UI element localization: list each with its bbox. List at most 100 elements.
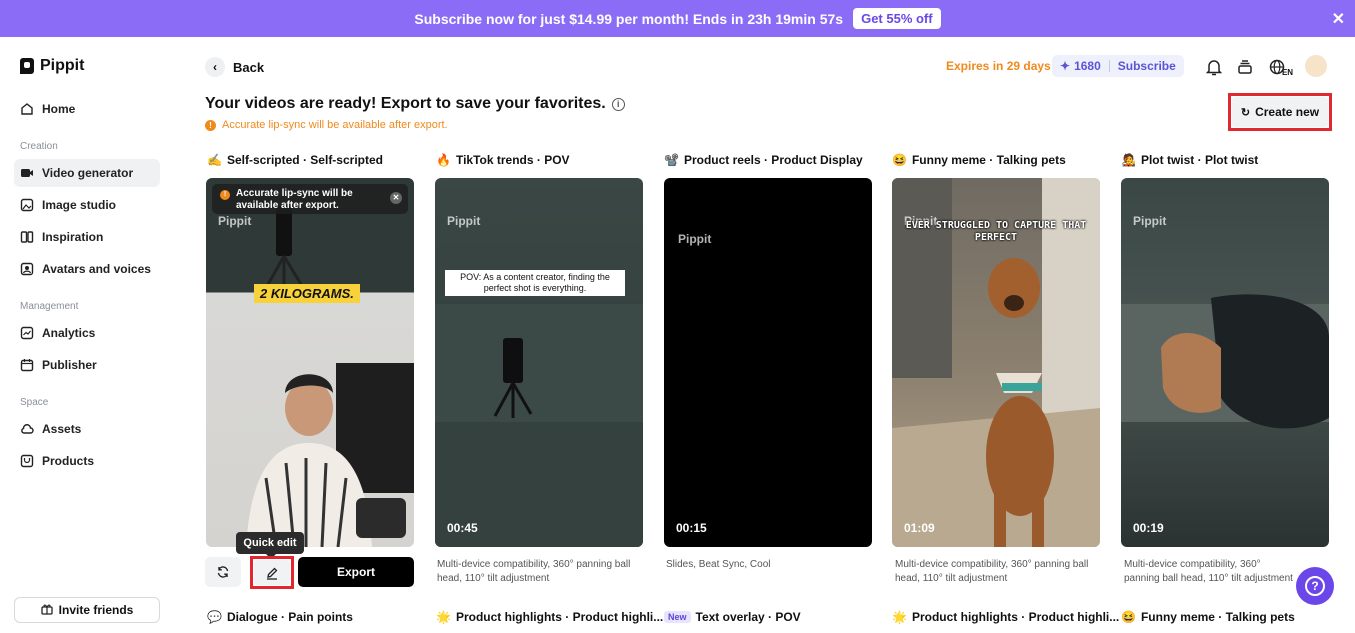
card-title: 🌟 Product highlights · Product highli... [892,610,1119,624]
person-icon: 🧑‍🎤 [1121,153,1136,167]
sparkle-icon: ✦ [1060,59,1071,73]
bell-icon[interactable] [1203,56,1225,78]
sidebar-item-label: Publisher [42,358,97,372]
laughing-face-icon: 😆 [892,153,907,167]
sidebar-item-image-studio[interactable]: Image studio [14,191,160,219]
video-card-preview[interactable]: ! Accurate lip-sync will be available af… [206,178,414,547]
card-title-text: TikTok trends · POV [455,153,570,167]
help-button[interactable]: ? [1296,567,1334,605]
card-title-text: Text overlay · POV [695,610,801,624]
card-title: New Text overlay · POV [664,610,801,624]
close-icon[interactable]: ✕ [390,192,402,204]
cloud-icon [20,422,34,436]
sidebar-item-label: Video generator [42,166,134,180]
sidebar-item-assets[interactable]: Assets [14,415,160,443]
card-title-text: Dialogue · Pain points [226,610,353,624]
image-icon [20,198,34,212]
video-thumbnail-image [246,206,414,547]
invite-friends-button[interactable]: Invite friends [14,597,160,623]
sidebar-item-label: Products [42,454,95,468]
close-icon[interactable]: ✕ [1332,9,1345,29]
card-title: 🔥 TikTok trends · POV [436,153,570,167]
warning-icon: ! [220,190,230,200]
promo-banner: Subscribe now for just $14.99 per month!… [0,0,1355,37]
language-globe-icon[interactable]: EN [1267,56,1295,78]
video-card-preview[interactable]: Pippit 00:15 [664,178,872,547]
logo[interactable]: Pippit [20,57,84,75]
video-card-preview[interactable]: Pippit 00:19 [1121,178,1329,547]
card-title: 🧑‍🎤 Plot twist · Plot twist [1121,153,1258,167]
video-thumbnail-image [1121,294,1329,429]
quick-edit-button[interactable] [250,556,294,589]
promo-cta-button[interactable]: Get 55% off [853,8,941,29]
regenerate-button[interactable] [205,557,241,587]
card-description: Slides, Beat Sync, Cool [666,559,771,570]
sidebar: Pippit Home Creation Video generator Ima… [0,37,180,633]
projector-icon: 📽️ [664,153,679,167]
sidebar-item-label: Image studio [42,198,117,212]
sidebar-item-home[interactable]: Home [14,95,160,123]
info-icon[interactable]: i [611,97,625,111]
pippit-logo-icon [20,58,34,74]
sidebar-item-products[interactable]: Products [14,447,160,475]
language-code: EN [1281,67,1294,77]
video-duration: 00:45 [447,521,478,535]
create-new-button[interactable]: ↻ Create new [1228,93,1332,131]
create-new-inner: ↻ Create new [1232,97,1328,127]
card-title: ✍️ Self-scripted · Self-scripted [207,153,383,167]
video-card-preview[interactable]: Pippit POV: As a content creator, findin… [435,178,643,547]
quick-edit-inner [254,560,290,585]
card-description: Multi-device compatibility, 360° panning… [437,559,631,584]
card-title-text: Product highlights · Product highli... [911,610,1120,624]
sidebar-item-analytics[interactable]: Analytics [14,319,160,347]
divider [1108,60,1110,72]
calendar-icon [20,358,34,372]
new-badge: New [664,611,691,623]
video-thumbnail-image [435,304,643,547]
back-label: Back [233,59,265,75]
subscribe-link[interactable]: Subscribe [1118,59,1176,73]
sidebar-item-inspiration[interactable]: Inspiration [14,223,160,251]
section-label-space: Space [20,397,49,408]
writing-hand-icon: ✍️ [207,153,222,167]
star-icon: 🌟 [892,610,907,624]
inspiration-icon [20,230,34,244]
user-avatar[interactable] [1305,55,1327,77]
star-icon: 🌟 [436,610,451,624]
sidebar-item-video-generator[interactable]: Video generator [14,159,160,187]
sidebar-item-publisher[interactable]: Publisher [14,351,160,379]
video-duration: 00:15 [676,521,707,535]
video-icon [20,166,34,180]
card-title: 😆 Funny meme · Talking pets [1121,610,1295,624]
video-caption: POV: As a content creator, finding the p… [445,270,625,296]
fire-icon: 🔥 [436,153,451,167]
refresh-icon: ↻ [1240,106,1251,119]
sidebar-item-label: Assets [42,422,82,436]
page-title: Your videos are ready! Export to save yo… [205,95,625,113]
promo-text: Subscribe now for just $14.99 per month!… [414,10,844,27]
card-title-text: Plot twist · Plot twist [1140,153,1259,167]
card-title: 🌟 Product highlights · Product highli... [436,610,663,624]
sidebar-item-avatars-and-voices[interactable]: Avatars and voices [14,255,160,283]
card-title: 💬 Dialogue · Pain points [207,610,353,624]
sidebar-item-label: Home [42,102,76,116]
product-icon [20,454,34,468]
sidebar-item-label: Avatars and voices [42,262,151,276]
lip-sync-note: ! Accurate lip-sync will be available af… [205,119,448,131]
export-button[interactable]: Export [298,557,414,587]
stack-icon[interactable] [1234,56,1256,78]
credits-count: 1680 [1074,59,1101,73]
sidebar-item-label: Analytics [42,326,96,340]
video-duration: 01:09 [904,521,935,535]
card-title-text: Funny meme · Talking pets [1140,610,1295,624]
video-card-preview[interactable]: Pippit EVER STRUGGLED TO CAPTURE THAT PE… [892,178,1100,547]
card-title: 📽️ Product reels · Product Display [664,153,863,167]
card-title-text: Funny meme · Talking pets [911,153,1066,167]
card-title: 😆 Funny meme · Talking pets [892,153,1066,167]
watermark: Pippit [218,214,252,228]
laughing-face-icon: 😆 [1121,610,1136,624]
lip-sync-toast: ! Accurate lip-sync will be available af… [212,184,408,214]
back-link[interactable]: ‹ Back [205,57,264,77]
credits-badge[interactable]: ✦ 1680 Subscribe [1052,55,1184,77]
home-icon [20,102,34,116]
